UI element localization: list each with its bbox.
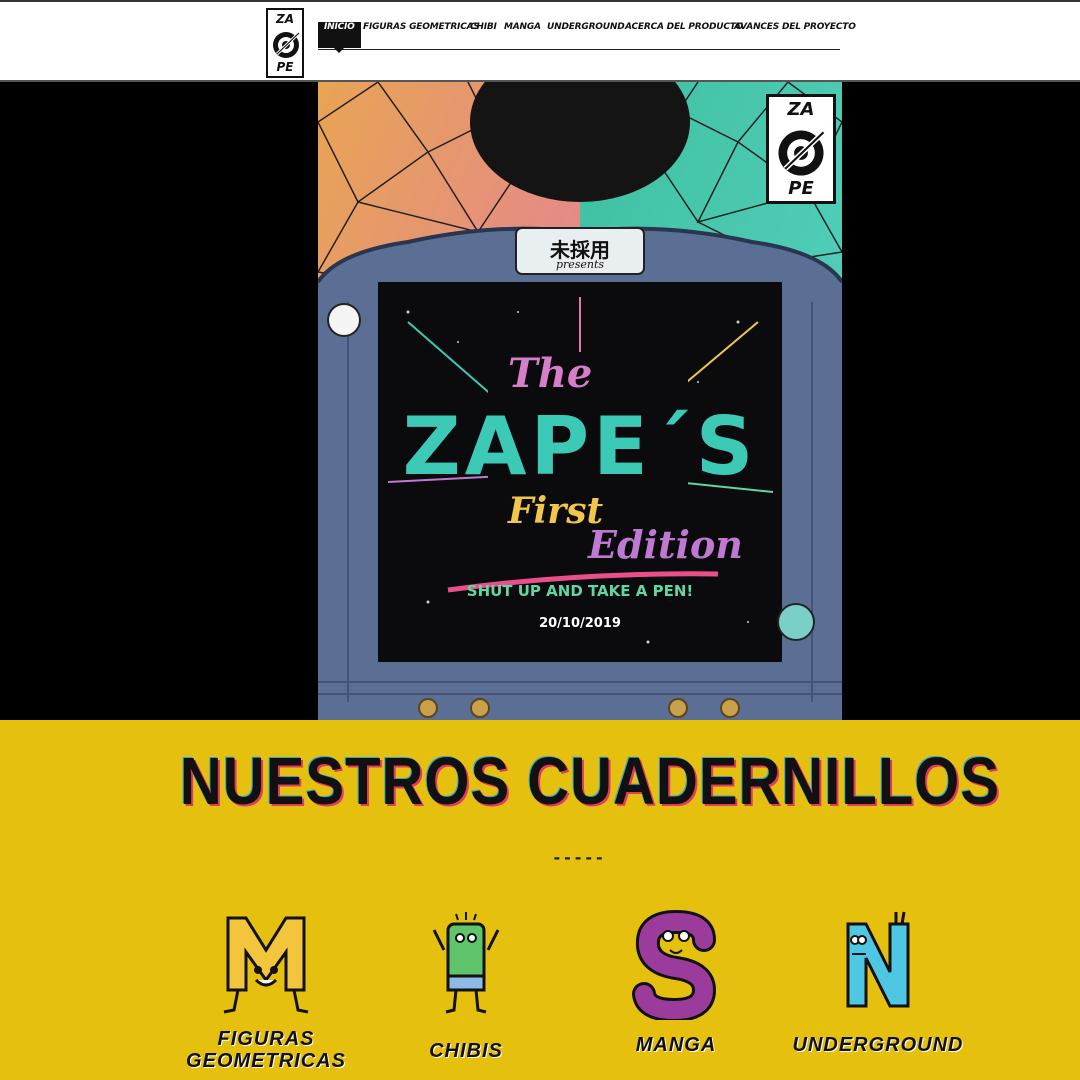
letter-n-mascot-icon [846,911,910,1008]
pen-target-icon [778,130,826,176]
card-manga[interactable]: MANGA [586,910,766,1080]
poster-logo: ZA PE [766,94,836,204]
nav-item-avances-del-proyecto[interactable]: AVANCES DEL PROYECTO [734,22,856,48]
section-title: NUESTROS CUADERNILLOS [179,744,1001,819]
poster-the: The [508,350,593,397]
poster-title: ZAPE´S [402,400,758,493]
poster-logo-top: ZA [787,99,815,120]
poster-tagline: SHUT UP AND TAKE A PEN! [466,582,694,600]
logo-bottom-text: PE [276,60,294,74]
letter-b-mascot-icon [432,912,500,1014]
nav-item-underground[interactable]: UNDERGROUND [547,22,625,48]
letter-s-mascot-icon [632,910,717,1020]
pen-target-icon [273,31,301,58]
main-nav: INICIO FIGURAS GEOMETRICAS CHIBI MANGA U… [318,22,856,53]
card-label: UNDERGROUND [792,1034,964,1056]
card-label: CHIBIS [429,1040,503,1062]
hero-banner: 未採用 presents The ZAPE´S First Edition SH… [0,82,1080,720]
site-logo[interactable]: ZA PE [266,8,304,78]
poster-logo-bottom: PE [788,178,814,199]
site-header: ZA PE INICIO FIGURAS GEOMETRICAS CHIBI M… [0,0,1080,82]
patch-presents: presents [555,258,605,271]
card-chibis[interactable]: CHIBIS [376,910,556,1080]
nav-item-chibi[interactable]: CHIBI [470,22,497,48]
nav-item-inicio[interactable]: INICIO [318,22,361,53]
section-divider: ----- [552,848,606,867]
poster-edition: Edition [588,522,743,567]
card-label: FIGURAS GEOMETRICAS [186,1028,346,1072]
nav-item-manga[interactable]: MANGA [504,22,541,48]
logo-top-text: ZA [276,12,294,26]
card-underground[interactable]: UNDERGROUND [788,910,968,1080]
card-label: MANGA [635,1034,717,1056]
poster-date: 20/10/2019 [539,616,621,631]
card-figuras-geometricas[interactable]: FIGURAS GEOMETRICAS [176,910,356,1080]
nav-item-acerca-del-producto[interactable]: ACERCA DEL PRODUCTO [625,22,743,48]
notebooks-section: NUESTROS CUADERNILLOS ----- FIGURAS GEOM… [0,720,1080,1080]
hero-poster: 未採用 presents The ZAPE´S First Edition SH… [318,82,842,720]
nav-item-figuras-geometricas[interactable]: FIGURAS GEOMETRICAS [363,22,480,48]
letter-m-mascot-icon [223,916,309,1014]
